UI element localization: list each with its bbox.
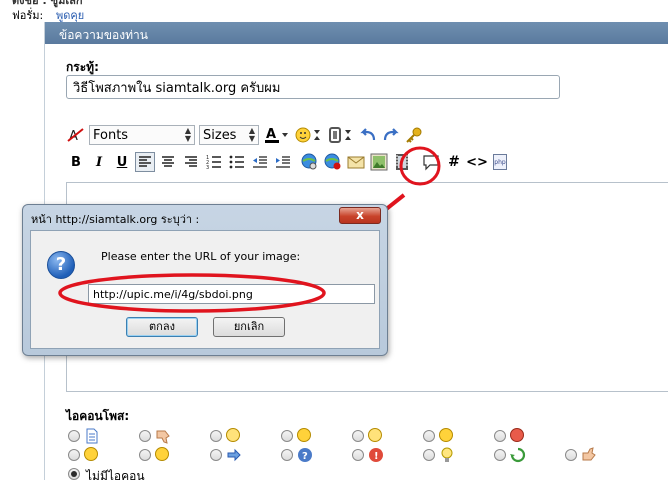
toolbar-row-1: A Fonts ▲▼ Sizes ▲▼ A bbox=[66, 125, 427, 145]
forum-label: ฟอรั่ม: bbox=[12, 9, 44, 22]
svg-text:3: 3 bbox=[206, 165, 209, 170]
size-select-label: Sizes bbox=[203, 127, 237, 143]
remove-link-icon[interactable] bbox=[323, 152, 343, 172]
spinner-arrows-icon: ▲ ▼ bbox=[248, 126, 255, 143]
underline-button[interactable]: U bbox=[112, 152, 132, 172]
svg-text:A: A bbox=[266, 127, 276, 142]
numbered-list-icon[interactable]: 123 bbox=[204, 152, 224, 172]
spinner-arrows-icon: ▲ ▼ bbox=[184, 126, 191, 143]
post-icon-grid: ? ! ไม่มีไอคอน bbox=[68, 428, 668, 483]
happy-face-icon bbox=[226, 428, 240, 442]
key-icon[interactable] bbox=[404, 125, 424, 145]
align-center-icon[interactable] bbox=[158, 152, 178, 172]
thumbs-down-icon bbox=[156, 430, 170, 444]
recycle-icon bbox=[510, 447, 526, 463]
thumbs-up-icon bbox=[582, 447, 596, 461]
no-icon-radio[interactable] bbox=[68, 468, 80, 480]
icon-radio[interactable] bbox=[139, 449, 151, 461]
icon-radio[interactable] bbox=[423, 430, 435, 442]
icon-radio[interactable] bbox=[352, 430, 364, 442]
icon-radio[interactable] bbox=[352, 449, 364, 461]
image-url-input[interactable] bbox=[88, 284, 375, 304]
icon-radio[interactable] bbox=[494, 449, 506, 461]
smile-face-icon bbox=[297, 428, 311, 442]
arrow-right-icon bbox=[227, 448, 241, 462]
prompt-dialog: หน้า http://siamtalk.org ระบุว่า : x ? P… bbox=[22, 204, 388, 356]
bold-button[interactable]: B bbox=[66, 152, 86, 172]
align-right-icon[interactable] bbox=[181, 152, 201, 172]
surprised-face-icon bbox=[368, 428, 382, 442]
svg-text:?: ? bbox=[302, 451, 308, 462]
insert-image-icon[interactable] bbox=[369, 152, 389, 172]
undo-icon[interactable] bbox=[358, 125, 378, 145]
text-color-icon[interactable]: A bbox=[263, 125, 291, 145]
post-icons-label: ไอคอนโพส: bbox=[66, 409, 130, 423]
icon-radio[interactable] bbox=[139, 430, 151, 442]
question-icon: ? bbox=[298, 448, 312, 462]
quote-icon[interactable] bbox=[421, 152, 441, 172]
dialog-message: Please enter the URL of your image: bbox=[101, 250, 301, 263]
ok-button[interactable]: ตกลง bbox=[126, 317, 198, 337]
icon-radio[interactable] bbox=[565, 449, 577, 461]
icon-radio[interactable] bbox=[210, 449, 222, 461]
cancel-button[interactable]: ยกเลิก bbox=[213, 317, 285, 337]
bullet-list-icon[interactable] bbox=[227, 152, 247, 172]
icon-radio[interactable] bbox=[210, 430, 222, 442]
wink-face-icon bbox=[84, 447, 98, 461]
dialog-title: หน้า http://siamtalk.org ระบุว่า : bbox=[31, 213, 200, 226]
align-left-icon[interactable] bbox=[135, 152, 155, 172]
post-icons-section: ไอคอนโพส: bbox=[66, 407, 129, 426]
sad-face-icon bbox=[439, 428, 453, 442]
php-label: php bbox=[493, 154, 507, 170]
insert-link-icon[interactable] bbox=[300, 152, 320, 172]
remove-format-icon[interactable]: A bbox=[66, 125, 86, 145]
question-icon: ? bbox=[47, 251, 75, 279]
icon-radio[interactable] bbox=[68, 430, 80, 442]
insert-video-icon[interactable] bbox=[392, 152, 412, 172]
cool-face-icon bbox=[155, 447, 169, 461]
php-icon[interactable]: php bbox=[490, 152, 510, 172]
size-select[interactable]: Sizes ▲ ▼ bbox=[199, 125, 259, 145]
toolbar-row-2: B I U 123 # <> php bbox=[66, 152, 513, 172]
dialog-body: ? Please enter the URL of your image: ตก… bbox=[30, 230, 380, 349]
email-icon[interactable] bbox=[346, 152, 366, 172]
angry-face-icon bbox=[510, 428, 524, 442]
panel-title: ข้อความของท่าน bbox=[45, 22, 668, 44]
thread-title-input[interactable] bbox=[66, 75, 560, 99]
attach-icon[interactable] bbox=[327, 125, 355, 145]
hash-button[interactable]: # bbox=[444, 152, 464, 172]
dialog-close-button[interactable]: x bbox=[339, 207, 381, 224]
no-icon-label: ไม่มีไอคอน bbox=[86, 469, 145, 483]
icon-radio[interactable] bbox=[423, 449, 435, 461]
icon-radio[interactable] bbox=[68, 449, 80, 461]
outdent-icon[interactable] bbox=[250, 152, 270, 172]
document-icon bbox=[86, 428, 98, 444]
svg-text:!: ! bbox=[374, 451, 379, 462]
icon-radio[interactable] bbox=[494, 430, 506, 442]
icon-radio[interactable] bbox=[281, 430, 293, 442]
smiley-menu-icon[interactable] bbox=[294, 125, 324, 145]
redo-icon[interactable] bbox=[381, 125, 401, 145]
font-select-label: Fonts bbox=[93, 127, 129, 143]
lightbulb-icon bbox=[441, 447, 453, 462]
italic-button[interactable]: I bbox=[89, 152, 109, 172]
font-select[interactable]: Fonts ▲ ▼ bbox=[89, 125, 195, 145]
indent-icon[interactable] bbox=[273, 152, 293, 172]
icon-radio[interactable] bbox=[281, 449, 293, 461]
exclamation-icon: ! bbox=[369, 448, 383, 462]
code-button[interactable]: <> bbox=[466, 152, 488, 172]
